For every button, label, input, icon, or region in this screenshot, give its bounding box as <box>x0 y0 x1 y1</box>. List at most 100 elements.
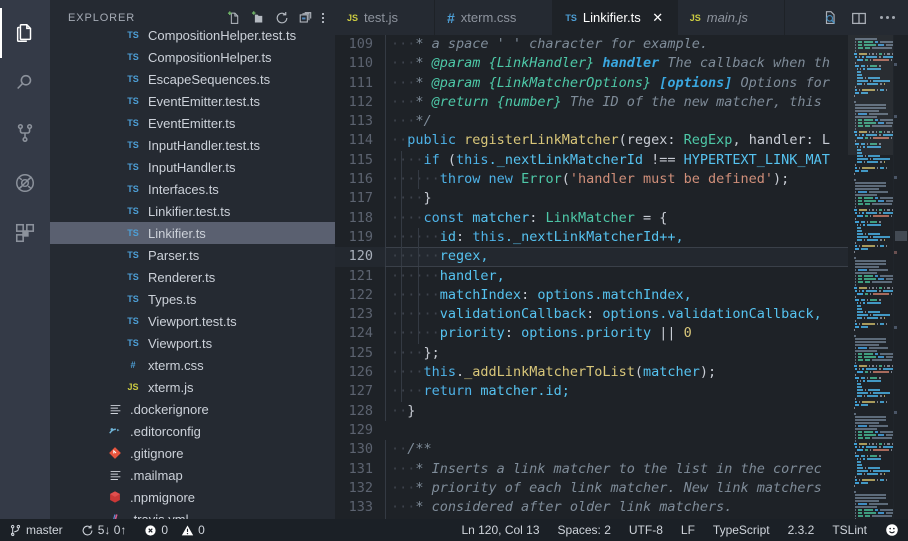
minimap-segment <box>851 233 855 235</box>
file-tree-item[interactable]: TS Linkifier.test.ts <box>50 200 335 222</box>
code-line[interactable]: 112 ···* @return {number} The ID of the n… <box>335 92 848 113</box>
minimap-segment <box>858 289 860 292</box>
minimap-slider[interactable] <box>848 35 893 155</box>
code-line[interactable]: 120 ······regex, <box>335 247 848 267</box>
minimap-segment <box>857 313 868 316</box>
code-token: . <box>456 364 465 381</box>
close-icon[interactable]: ✕ <box>651 11 665 25</box>
code-token: validationCallback <box>439 306 587 323</box>
file-tree-item[interactable]: TS Linkifier.ts <box>50 222 335 244</box>
code-line[interactable]: 134···* @param matcher The link matcher … <box>335 517 848 519</box>
status-branch[interactable]: master <box>0 519 72 541</box>
line-number: 128 <box>348 402 373 419</box>
code-line[interactable]: 122 ······matchIndex: options.matchIndex, <box>335 285 848 306</box>
preview-icon[interactable] <box>818 5 844 31</box>
code-line[interactable]: 109 ···* a space ' ' character for exampl… <box>335 35 848 55</box>
file-tree-item[interactable]: JS xterm.js <box>50 376 335 398</box>
editor-tab[interactable]: JSmain.js✕ <box>677 0 785 35</box>
activity-item-extensions[interactable] <box>0 208 50 258</box>
code-line[interactable]: 121 ······handler, <box>335 266 848 286</box>
status-cursor-position[interactable]: Ln 120, Col 13 <box>452 519 548 541</box>
file-tree-item[interactable]: TS Renderer.ts <box>50 266 335 288</box>
editor-tab[interactable]: #xterm.css✕ <box>434 0 554 35</box>
code-line[interactable]: 114 ··public registerLinkMatcher(regex: R… <box>335 131 848 151</box>
file-tree-item[interactable]: TS EventEmitter.ts <box>50 112 335 134</box>
file-tree-item[interactable]: .mailmap <box>50 464 335 486</box>
scrollbar-thumb[interactable] <box>895 231 907 241</box>
status-linter[interactable]: TSLint <box>823 519 876 541</box>
status-eol[interactable]: LF <box>672 519 704 541</box>
file-tree-item[interactable]: TS EventEmitter.test.ts <box>50 90 335 112</box>
code-line[interactable]: 132 ···* priority of each link matcher. N… <box>335 478 848 499</box>
minimap-segment <box>865 436 870 439</box>
minimap-segment <box>859 478 860 481</box>
code-viewport[interactable]: 109 ···* a space ' ' character for exampl… <box>335 35 848 519</box>
file-tree-item[interactable]: TS CompositionHelper.ts <box>50 46 335 68</box>
code-line[interactable]: 123 ······validationCallback: options.val… <box>335 305 848 325</box>
file-tree-item[interactable]: TS Types.ts <box>50 288 335 310</box>
file-tree-item[interactable]: .editorconfig <box>50 420 335 442</box>
status-sync[interactable]: 5↓ 0↑ <box>72 519 136 541</box>
status-indentation[interactable]: Spaces: 2 <box>549 519 620 541</box>
file-tree-item[interactable]: .gitignore <box>50 442 335 464</box>
file-tree[interactable]: TS CompositionHelper.test.ts TS Composition… <box>50 24 335 519</box>
status-feedback[interactable] <box>876 519 908 541</box>
file-tree-item[interactable]: TS InputHandler.ts <box>50 156 335 178</box>
file-tree-item[interactable]: TS Interfaces.ts <box>50 178 335 200</box>
editor-scrollbar[interactable] <box>893 35 908 519</box>
code-line[interactable]: 124 ······priority: options.priority || 0 <box>335 324 848 344</box>
editor-tab[interactable]: JStest.js✕ <box>335 0 435 35</box>
workbench-body: EXPLORER TS CompositionHelper.test.ts TS… <box>0 0 908 519</box>
minimap-segment <box>851 341 853 343</box>
code-line[interactable]: 125 ····}; <box>335 343 848 364</box>
activity-item-explorer[interactable] <box>0 8 50 58</box>
file-tree-item[interactable]: TS CompositionHelper.test.ts <box>50 24 335 46</box>
minimap-segment <box>855 475 856 478</box>
line-number: 121 <box>348 267 373 284</box>
code-line[interactable]: 130 ··/** <box>335 440 848 460</box>
file-tree-item[interactable]: .dockerignore <box>50 398 335 420</box>
code-line[interactable]: 127 ····return matcher.id; <box>335 382 848 402</box>
status-typescript-version[interactable]: 2.3.2 <box>779 519 824 541</box>
file-tree-item-label: .editorconfig <box>130 423 201 439</box>
minimap-segment <box>851 167 853 169</box>
editor-tab[interactable]: TS Linkifier.ts ✕ <box>553 0 678 35</box>
code-line[interactable]: 113 ···*/ <box>335 112 848 132</box>
editor-more-actions-icon[interactable] <box>874 5 900 31</box>
code-line[interactable]: 131 ···* Inserts a link matcher to the li… <box>335 459 848 479</box>
code-line[interactable]: 115 ····if (this._nextLinkMatcherId !== H… <box>335 150 848 171</box>
status-language-mode[interactable]: TypeScript <box>704 519 779 541</box>
activity-item-search[interactable] <box>0 58 50 108</box>
code-line[interactable]: 111 ···* @param {LinkMatcherOptions} [opt… <box>335 73 848 93</box>
code-line[interactable]: 110 ···* @param {LinkHandler} handler The… <box>335 54 848 74</box>
activity-item-source-control[interactable] <box>0 108 50 158</box>
indent-guide <box>385 112 386 132</box>
code-line[interactable]: 126 ····this._addLinkMatcherToList(matche… <box>335 363 848 383</box>
minimap-segment <box>858 436 863 439</box>
code-line[interactable]: 118 ····const matcher: LinkMatcher = { <box>335 208 848 228</box>
file-tree-item[interactable]: TS EscapeSequences.ts <box>50 68 335 90</box>
code-line[interactable]: 116 ······throw new Error('handler must b… <box>335 170 848 190</box>
minimap[interactable] <box>848 35 893 519</box>
file-tree-item[interactable]: TS Viewport.ts <box>50 332 335 354</box>
activity-item-debug[interactable] <box>0 158 50 208</box>
status-problems[interactable]: 0 0 <box>135 519 213 541</box>
file-tree-item[interactable]: .travis.yml <box>50 508 335 519</box>
code-token: , <box>732 132 749 149</box>
code-line[interactable]: 117 ····} <box>335 189 848 209</box>
status-encoding[interactable]: UTF-8 <box>620 519 672 541</box>
minimap-segment <box>851 512 853 514</box>
indent-guide <box>385 305 386 325</box>
split-editor-icon[interactable] <box>846 5 872 31</box>
code-line[interactable]: 129 <box>335 421 848 440</box>
file-tree-item[interactable]: .npmignore <box>50 486 335 508</box>
code-token: || <box>659 325 684 342</box>
code-line[interactable]: 128 ··} <box>335 401 848 421</box>
code-line[interactable]: 133 ··· * considered after older link matc… <box>335 498 848 518</box>
file-tree-item[interactable]: TS Viewport.test.ts <box>50 310 335 332</box>
minimap-segment <box>855 169 859 172</box>
file-tree-item[interactable]: TS Parser.ts <box>50 244 335 266</box>
file-tree-item[interactable]: TS InputHandler.test.ts <box>50 134 335 156</box>
file-tree-item[interactable]: # xterm.css <box>50 354 335 376</box>
code-line[interactable]: 119 ······id: this._nextLinkMatcherId++, <box>335 227 848 248</box>
